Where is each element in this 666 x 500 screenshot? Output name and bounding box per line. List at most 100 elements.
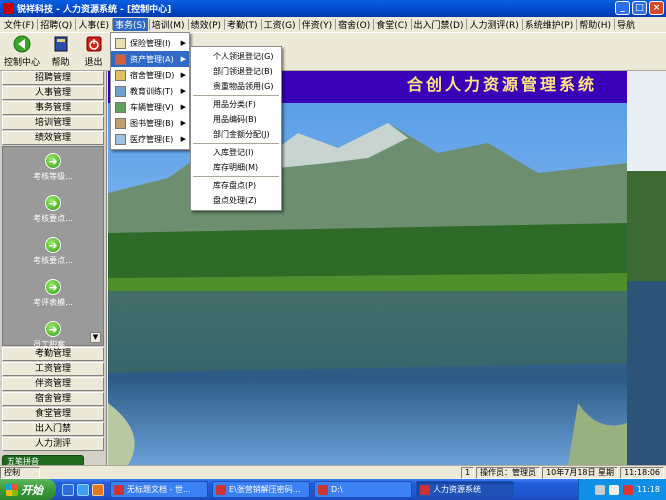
media-player-icon[interactable] <box>92 483 104 496</box>
module-item-list: ➜ 考核等级... ➜ 考核要点... ➜ 考核要点... ➜ 考评表模... ➜ 员工积案...… <box>2 146 104 349</box>
sidebar-group-button[interactable]: 伴资管理 <box>2 377 104 391</box>
submenu-item[interactable]: 部门领退登记(B) <box>191 64 281 79</box>
taskbar-task[interactable]: D:\ <box>314 481 412 498</box>
module-item-label: 考核等级... <box>33 172 73 181</box>
sidebar-group-button[interactable]: 出入门禁 <box>2 422 104 436</box>
sidebar-group-button[interactable]: 食堂管理 <box>2 407 104 421</box>
menu-11[interactable]: 出入门禁(D) <box>412 18 466 31</box>
menu-item[interactable]: 宿舍管理(D) ▶ <box>111 67 189 83</box>
module-item[interactable]: ➜ 考评表模... <box>3 273 103 315</box>
asset-submenu: 个人领退登记(G) 部门领退登记(B) 贵重物品领用(G) 用品分类(F) 用品编码(B… <box>190 46 282 211</box>
menu-item[interactable]: 资产管理(A) ▶ <box>111 51 189 67</box>
submenu-item[interactable]: 入库登记(I) <box>191 145 281 160</box>
window-title: 锐祥科技 - 人力资源系统 - [控制中心] <box>17 5 172 15</box>
menu-1[interactable]: 招聘(Q) <box>38 18 74 31</box>
submenu-arrow-icon: ▶ <box>180 119 186 127</box>
module-item[interactable]: ➜ 考核要点... <box>3 231 103 273</box>
menu-8[interactable]: 伴资(Y) <box>300 18 335 31</box>
close-button[interactable]: × <box>649 1 664 15</box>
sidebar-group-button[interactable]: 事务管理 <box>2 101 104 115</box>
task-app-icon <box>318 484 328 495</box>
menu-15[interactable]: 导航 <box>615 18 637 31</box>
maximize-button[interactable]: □ <box>632 1 647 15</box>
submenu-item[interactable]: 用品编码(B) <box>191 112 281 127</box>
toolbar: 控制中心 帮助 退出 <box>0 32 666 71</box>
menu-item[interactable]: 车辆管理(V) ▶ <box>111 99 189 115</box>
landscape-image <box>108 103 627 465</box>
menu-2[interactable]: 人事(E) <box>76 18 111 31</box>
submenu-arrow-icon: ▶ <box>180 103 186 111</box>
browser-icon[interactable] <box>77 483 89 496</box>
module-item[interactable]: ➜ 考核等级... <box>3 147 103 189</box>
tray-clock: 11:18 <box>636 485 660 494</box>
start-button[interactable]: 开始 <box>0 479 56 500</box>
menu-12[interactable]: 人力测评(R) <box>467 18 520 31</box>
menu-0[interactable]: 文件(F) <box>2 18 36 31</box>
menu-item-label: 医疗管理(E) <box>130 134 174 144</box>
submenu-item[interactable]: 部门金额分配(J) <box>191 127 281 142</box>
submenu-item[interactable]: 库存盘点(P) <box>191 178 281 193</box>
task-app-icon <box>420 484 430 495</box>
module-item[interactable]: ➜ 考核要点... <box>3 189 103 231</box>
menu-item-label: 资产管理(A) <box>130 54 174 64</box>
sidebar-group-button[interactable]: 人力测评 <box>2 437 104 451</box>
task-app-icon <box>114 484 124 495</box>
submenu-arrow-icon: ▶ <box>180 135 186 143</box>
menu-item[interactable]: 教育训练(T) ▶ <box>111 83 189 99</box>
menu-7[interactable]: 工资(G) <box>262 18 298 31</box>
menu-item-label: 教育训练(T) <box>130 86 174 96</box>
submenu-item[interactable]: 个人领退登记(G) <box>191 49 281 64</box>
tray-network-icon[interactable] <box>594 484 605 495</box>
submenu-item[interactable]: 盘点处理(Z) <box>191 193 281 208</box>
menu-item-label: 图书管理(B) <box>130 118 174 128</box>
menu-item-icon <box>115 37 126 49</box>
menu-3[interactable]: 事务(S) <box>113 18 148 31</box>
menu-item-icon <box>115 69 126 81</box>
status-operator: 操作员：管理员 <box>476 466 541 479</box>
sidebar-group-button[interactable]: 培训管理 <box>2 116 104 130</box>
scroll-down-button[interactable]: ▼ <box>90 332 101 343</box>
sidebar-group-button[interactable]: 人事管理 <box>2 86 104 100</box>
menu-4[interactable]: 培训(M) <box>150 18 187 31</box>
show-desktop-icon[interactable] <box>62 483 74 496</box>
windows-logo-icon <box>6 483 18 496</box>
menu-14[interactable]: 帮助(H) <box>577 18 613 31</box>
module-item[interactable]: ➜ 员工积案... <box>3 315 103 357</box>
green-arrow-icon: ➜ <box>45 321 61 337</box>
affairs-menu: 保险管理(I) ▶ 资产管理(A) ▶ 宿舍管理(D) ▶ 教育训练(T) ▶ 车辆管理(V) ▶… <box>110 32 190 150</box>
menu-10[interactable]: 食堂(C) <box>374 18 409 31</box>
control-center-label: 控制中心 <box>3 58 40 68</box>
control-center-button[interactable]: 控制中心 <box>0 35 44 68</box>
submenu-item[interactable]: 贵重物品领用(G) <box>191 79 281 94</box>
navigation-panel: 招聘管理 人事管理 事务管理 培训管理 绩效管理 ➜ 考核等级... ➜ 考核要点... ➜ 考核… <box>0 71 107 465</box>
submenu-item[interactable]: 库存明细(M) <box>191 160 281 175</box>
sidebar-group-button[interactable]: 绩效管理 <box>2 131 104 145</box>
help-book-icon <box>54 36 67 52</box>
taskbar-task[interactable]: 无标题文档 - 世... <box>110 481 208 498</box>
sidebar-group-button[interactable]: 宿舍管理 <box>2 392 104 406</box>
menu-item[interactable]: 图书管理(B) ▶ <box>111 115 189 131</box>
taskbar-task[interactable]: E\张营销解压密码... <box>212 481 310 498</box>
menu-13[interactable]: 系统维护(P) <box>523 18 575 31</box>
menu-item[interactable]: 保险管理(I) ▶ <box>111 35 189 51</box>
menu-item-icon <box>115 101 126 113</box>
menu-9[interactable]: 宿舍(O) <box>336 18 372 31</box>
menu-5[interactable]: 绩效(P) <box>189 18 223 31</box>
task-label: 人力资源系统 <box>433 485 481 494</box>
sidebar-group-button[interactable]: 招聘管理 <box>2 71 104 85</box>
menu-separator <box>193 95 279 96</box>
menu-item[interactable]: 医疗管理(E) ▶ <box>111 131 189 147</box>
sidebar-group-button[interactable]: 工资管理 <box>2 362 104 376</box>
menu-6[interactable]: 考勤(T) <box>225 18 260 31</box>
exit-icon <box>86 36 101 52</box>
minimize-button[interactable]: _ <box>615 1 630 15</box>
tray-volume-icon[interactable] <box>608 484 619 495</box>
green-arrow-icon: ➜ <box>45 195 61 211</box>
submenu-item[interactable]: 用品分类(F) <box>191 97 281 112</box>
start-label: 开始 <box>21 483 43 497</box>
exit-button[interactable]: 退出 <box>77 35 110 68</box>
tray-security-icon[interactable] <box>622 484 633 495</box>
taskbar-task[interactable]: 人力资源系统 <box>416 481 514 498</box>
task-label: D:\ <box>331 485 343 494</box>
help-button[interactable]: 帮助 <box>44 35 77 68</box>
